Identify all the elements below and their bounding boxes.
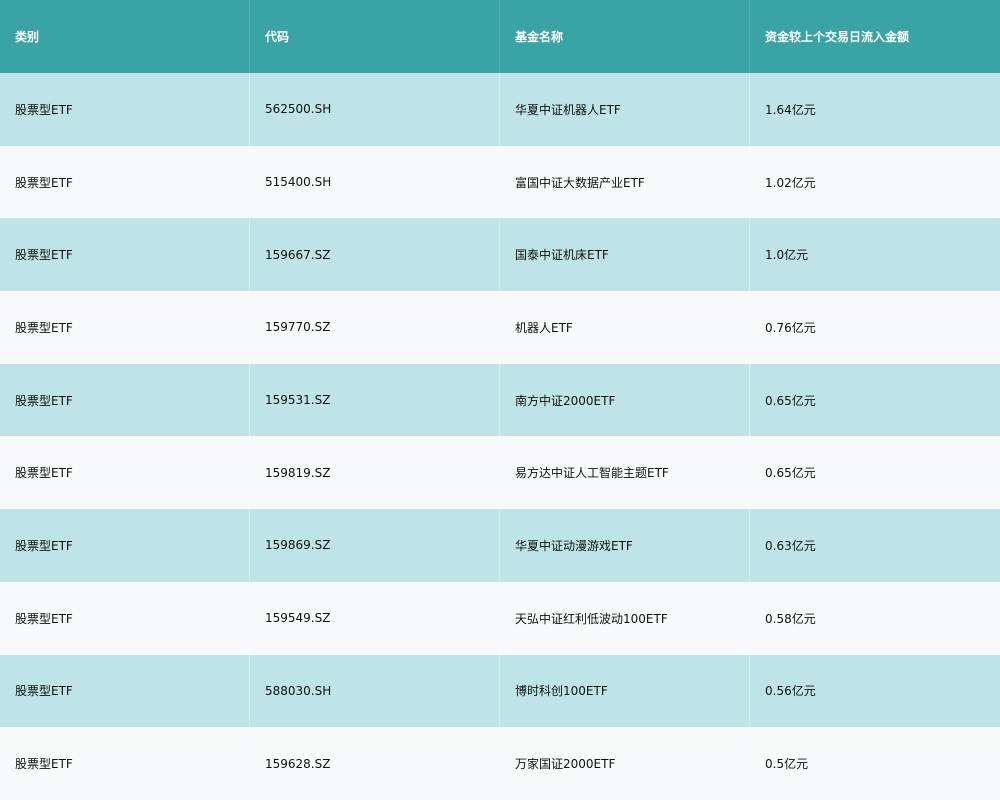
table-row: 股票型ETF 159770.SZ 机器人ETF 0.76亿元	[0, 291, 1000, 364]
table-row: 股票型ETF 159531.SZ 南方中证2000ETF 0.65亿元	[0, 363, 1000, 437]
cell-inflow-amount: 1.64亿元	[765, 102, 816, 117]
cell-category: 股票型ETF	[0, 581, 250, 655]
cell-code: 159531.SZ	[250, 363, 500, 437]
column-header-code: 代码	[250, 0, 500, 73]
cell-code: 159667.SZ	[250, 218, 500, 292]
column-header-fund-name: 基金名称	[500, 0, 750, 73]
table-row: 股票型ETF 159819.SZ 易方达中证人工智能主题ETF 0.65亿元	[0, 436, 1000, 510]
cell-category: 股票型ETF	[0, 73, 250, 146]
cell-code: 159628.SZ	[250, 727, 500, 800]
cell-fund-name: 国泰中证机床ETF	[500, 218, 750, 292]
cell-inflow-amount: 0.56亿元	[765, 684, 816, 699]
cell-code: 588030.SH	[250, 654, 500, 728]
cell-inflow-amount: 0.58亿元	[765, 611, 816, 626]
cell-fund-name: 华夏中证机器人ETF	[500, 73, 750, 146]
cell-code: 159819.SZ	[250, 436, 500, 510]
cell-fund-name: 博时科创100ETF	[500, 654, 750, 728]
table-row: 股票型ETF 159628.SZ 万家国证2000ETF 0.5亿元	[0, 727, 1000, 800]
cell-category: 股票型ETF	[0, 436, 250, 510]
cell-fund-name: 天弘中证红利低波动100ETF	[500, 581, 750, 655]
cell-fund-name: 富国中证大数据产业ETF	[500, 145, 750, 219]
cell-inflow-amount: 0.5亿元	[765, 757, 809, 772]
cell-fund-name: 华夏中证动漫游戏ETF	[500, 509, 750, 582]
cell-inflow-amount: 1.02亿元	[765, 175, 816, 190]
cell-category: 股票型ETF	[0, 363, 250, 437]
cell-category: 股票型ETF	[0, 218, 250, 292]
table-row: 股票型ETF 562500.SH 华夏中证机器人ETF 1.64亿元	[0, 73, 1000, 146]
cell-fund-name: 南方中证2000ETF	[500, 363, 750, 437]
cell-code: 159770.SZ	[250, 291, 500, 364]
column-header-inflow-amount: 资金较上个交易日流入金额	[765, 30, 910, 44]
cell-code: 562500.SH	[250, 73, 500, 146]
cell-fund-name: 易方达中证人工智能主题ETF	[500, 436, 750, 510]
cell-inflow-amount: 0.65亿元	[765, 466, 816, 481]
cell-code: 159869.SZ	[250, 509, 500, 582]
cell-category: 股票型ETF	[0, 291, 250, 364]
table-row: 股票型ETF 159667.SZ 国泰中证机床ETF 1.0亿元	[0, 218, 1000, 292]
cell-inflow-amount: 0.65亿元	[765, 393, 816, 408]
cell-inflow-amount: 0.63亿元	[765, 538, 816, 553]
table-row: 股票型ETF 588030.SH 博时科创100ETF 0.56亿元	[0, 654, 1000, 728]
table-row: 股票型ETF 159549.SZ 天弘中证红利低波动100ETF 0.58亿元	[0, 581, 1000, 655]
cell-category: 股票型ETF	[0, 654, 250, 728]
table-row: 股票型ETF 515400.SH 富国中证大数据产业ETF 1.02亿元	[0, 145, 1000, 219]
table-header: 类别 代码 基金名称 资金较上个交易日流入金额	[0, 0, 1000, 73]
cell-code: 515400.SH	[250, 145, 500, 219]
cell-category: 股票型ETF	[0, 509, 250, 582]
cell-inflow-amount: 1.0亿元	[765, 248, 809, 263]
table-row: 股票型ETF 159869.SZ 华夏中证动漫游戏ETF 0.63亿元	[0, 509, 1000, 582]
fund-flow-table: 类别 代码 基金名称 资金较上个交易日流入金额 股票型ETF 562500.SH 华…	[0, 0, 1000, 800]
table-body: 股票型ETF 562500.SH 华夏中证机器人ETF 1.64亿元 股票型ETF 515…	[0, 73, 1000, 800]
cell-code: 159549.SZ	[250, 581, 500, 655]
column-header-category: 类别	[0, 0, 250, 73]
cell-category: 股票型ETF	[0, 727, 250, 800]
cell-fund-name: 万家国证2000ETF	[500, 727, 750, 800]
cell-inflow-amount: 0.76亿元	[765, 320, 816, 335]
cell-category: 股票型ETF	[0, 145, 250, 219]
cell-fund-name: 机器人ETF	[500, 291, 750, 364]
